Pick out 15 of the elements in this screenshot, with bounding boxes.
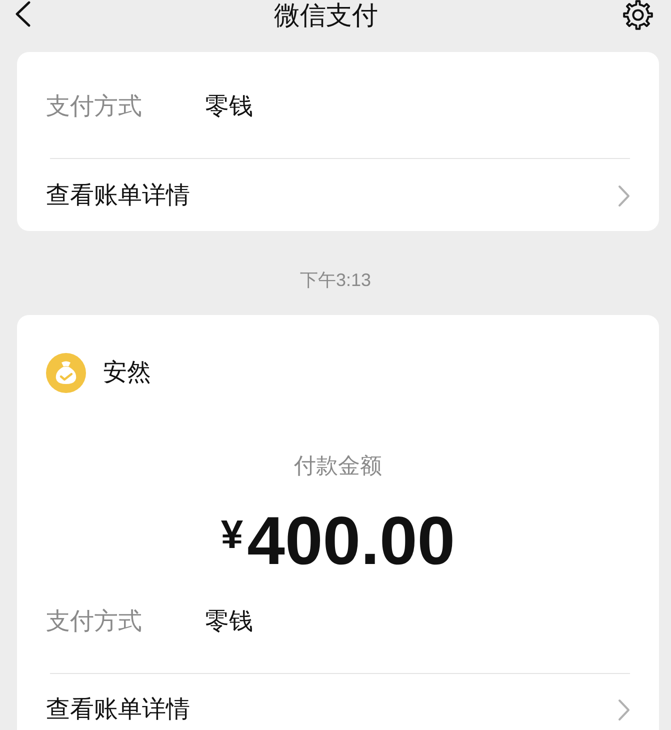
bill-details-link[interactable]: 查看账单详情 [46,674,630,730]
sender-name: 安然 [103,358,151,388]
chevron-right-icon [618,185,630,207]
money-bag-icon [46,353,86,393]
field-label: 支付方式 [46,92,143,122]
field-value: 零钱 [205,607,253,637]
page-title: 微信支付 [274,0,378,30]
bill-details-link[interactable]: 查看账单详情 [46,159,630,231]
amount-text: $^{¥}$400.00 [220,502,456,581]
field-label: 支付方式 [46,607,143,637]
settings-icon[interactable] [620,0,656,30]
amount-label: 付款金额 [294,453,382,479]
field-value: 零钱 [205,92,253,122]
chevron-right-icon [618,699,630,721]
timestamp: 下午3:13 [300,269,372,292]
